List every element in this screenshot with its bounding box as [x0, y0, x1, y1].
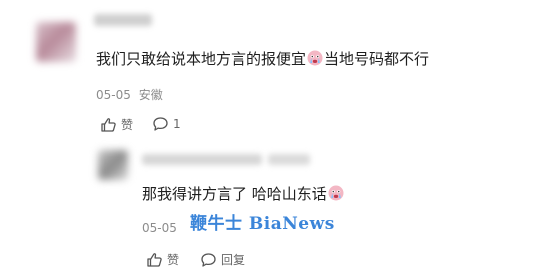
username-redacted[interactable] [268, 154, 310, 165]
comment-location: 安徽 [138, 88, 163, 102]
like-button[interactable]: 赞 [100, 116, 133, 133]
reply-count: 1 [173, 117, 181, 131]
username-redacted[interactable] [94, 14, 152, 26]
username-redacted[interactable] [142, 154, 262, 165]
like-label: 赞 [167, 253, 180, 267]
reply-date: 05-05 [142, 221, 177, 235]
avatar[interactable] [36, 22, 76, 62]
like-label: 赞 [121, 118, 134, 132]
reply-meta: 05-05 [142, 221, 177, 235]
thumbs-up-icon [100, 117, 117, 133]
comment-text-part: 我们只敢给说本地方言的报便宜 [96, 50, 307, 68]
comment-date: 05-05 [96, 88, 131, 102]
avatar[interactable] [98, 150, 128, 180]
thumbs-up-icon [146, 252, 163, 268]
reply-text: 那我得讲方言了 哈哈山东话 [142, 185, 345, 203]
reply-label: 回复 [221, 253, 246, 267]
comment-bubble-icon [200, 252, 217, 268]
crying-face-emoji-icon [307, 50, 323, 66]
reply-button[interactable]: 回复 [200, 251, 245, 268]
like-button[interactable]: 赞 [146, 251, 179, 268]
comment-bubble-icon [152, 116, 169, 132]
comment-thread: 我们只敢给说本地方言的报便宜 当地号码都不行 05-05 安徽 赞 1 那我得讲… [0, 0, 536, 274]
comment-meta: 05-05 安徽 [96, 86, 163, 103]
reply-button[interactable]: 1 [152, 116, 181, 132]
reply-text-part: 那我得讲方言了 哈哈山东话 [142, 185, 327, 203]
watermark-logo: 鞭牛士 BiaNews [190, 214, 335, 234]
comment-text-part: 当地号码都不行 [324, 50, 430, 68]
crying-face-emoji-icon [328, 185, 344, 201]
comment-text: 我们只敢给说本地方言的报便宜 当地号码都不行 [96, 50, 429, 68]
